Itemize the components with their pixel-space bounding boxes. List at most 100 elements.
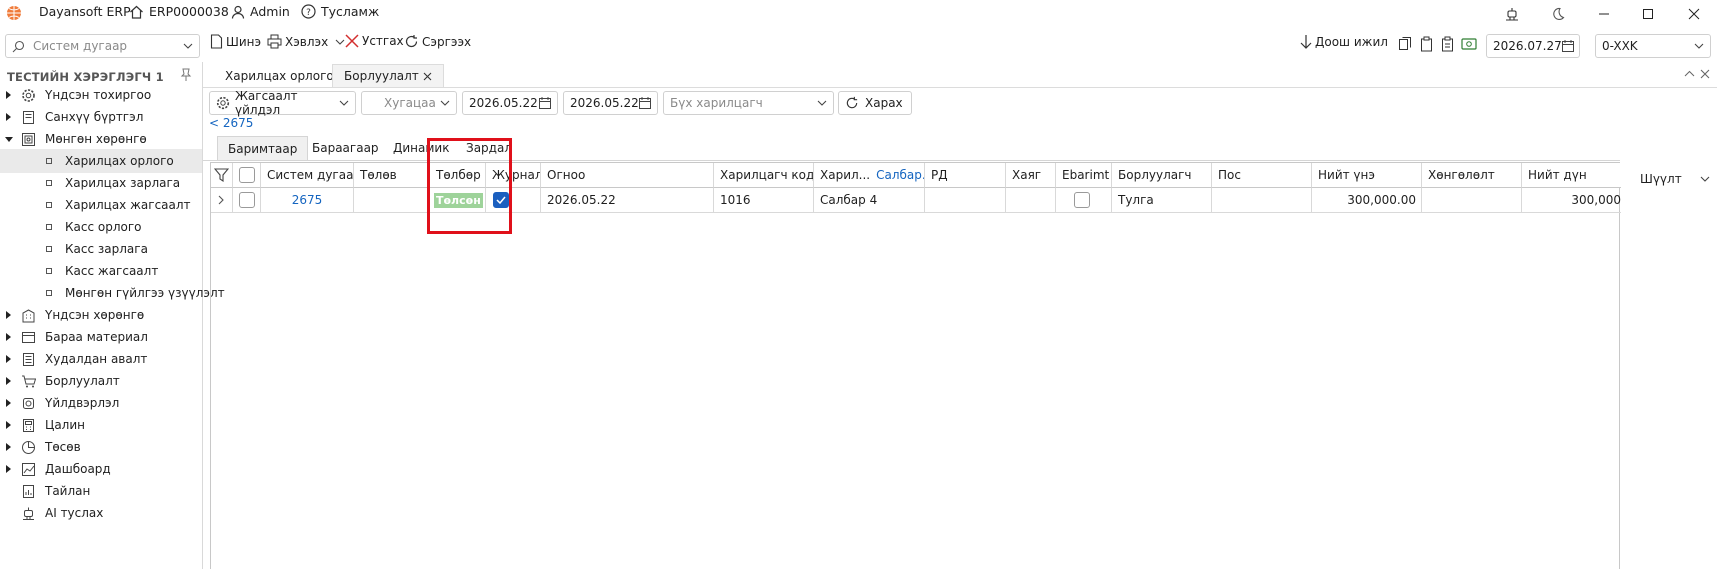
- period-select[interactable]: Хугацаа: [361, 91, 457, 115]
- row-expand-toggle[interactable]: [211, 188, 233, 213]
- col-discount[interactable]: Хөнгөлөлт: [1422, 163, 1522, 188]
- back-link[interactable]: < 2675: [209, 116, 253, 130]
- sidebar-item-11[interactable]: Тайлан: [0, 479, 202, 503]
- col-partner-code[interactable]: Харилцагч код: [714, 163, 814, 188]
- col-rd[interactable]: РД: [925, 163, 1006, 188]
- help-menu[interactable]: ? Тусламж: [301, 4, 379, 19]
- col-seller[interactable]: Борлуулагч: [1112, 163, 1212, 188]
- currency-select[interactable]: 0-XXK: [1595, 34, 1711, 58]
- close-all-tabs-icon[interactable]: [1700, 69, 1710, 79]
- partner-select[interactable]: Бүх харилцагч: [663, 91, 834, 115]
- col-date[interactable]: Огноо: [541, 163, 714, 188]
- svg-text:?: ?: [306, 8, 311, 18]
- sidebar-item-5[interactable]: Худалдан авалт: [0, 347, 202, 371]
- sidebar-subitem-1[interactable]: Харилцах зарлага: [0, 171, 202, 195]
- assistant-button[interactable]: [1494, 3, 1530, 25]
- expand-arrow-icon: [6, 355, 11, 363]
- new-button[interactable]: Шинэ: [210, 34, 261, 49]
- report-icon: [21, 484, 36, 499]
- date-to-picker[interactable]: 2026.05.22: [563, 91, 658, 115]
- row-select-cell[interactable]: [233, 188, 261, 213]
- home-icon: [129, 5, 144, 19]
- tab-borluulalt[interactable]: Борлуулалт: [332, 64, 444, 87]
- sidebar-subitem-0[interactable]: Харилцах орлого: [0, 149, 202, 173]
- cell-ebarimt[interactable]: [1056, 188, 1112, 213]
- dark-mode-toggle[interactable]: [1540, 3, 1576, 25]
- sidebar-item-7[interactable]: Үйлдвэрлэл: [0, 391, 202, 415]
- sidebar-subitem-5[interactable]: Касс жагсаалт: [0, 259, 202, 283]
- sidebar-subitem-6[interactable]: Мөнгөн гүйлгээ үзүүлэлт: [0, 281, 225, 305]
- col-partner-name[interactable]: Харил... Салбар...: [814, 163, 925, 188]
- money-icon[interactable]: [1461, 37, 1477, 51]
- sidebar-item-label: Бараа материал: [45, 330, 148, 344]
- user-name: Admin: [250, 4, 290, 19]
- ledger-icon: [21, 110, 36, 125]
- filter-panel-toggle[interactable]: Шүүлт: [1640, 172, 1710, 186]
- col-total-amount[interactable]: Нийт дүн: [1522, 163, 1621, 188]
- period-placeholder: Хугацаа: [384, 96, 436, 110]
- col-system-number[interactable]: Систем дугаар: [261, 163, 354, 188]
- select-all-checkbox[interactable]: [239, 167, 255, 183]
- col-ebarimt[interactable]: Ebarimt: [1056, 163, 1112, 188]
- col-address[interactable]: Хаяг: [1006, 163, 1056, 188]
- user-menu[interactable]: Admin: [231, 4, 290, 19]
- collapse-chevron-icon[interactable]: [1684, 70, 1695, 77]
- sidebar-item-10[interactable]: Дашбоард: [0, 457, 202, 481]
- ebarimt-checkbox[interactable]: [1074, 192, 1090, 208]
- view-button[interactable]: Харах: [838, 91, 912, 115]
- tab-harilcah-orlogo[interactable]: Харилцах орлого: [214, 64, 345, 87]
- pin-icon[interactable]: [180, 68, 192, 82]
- cell-total-amount: 300,000: [1522, 188, 1621, 213]
- row-checkbox[interactable]: [239, 192, 255, 208]
- clipboard-icon[interactable]: [1440, 36, 1455, 52]
- paste-icon[interactable]: [1419, 36, 1434, 52]
- select-all-checkbox-cell[interactable]: [233, 163, 261, 188]
- sidebar-item-2[interactable]: Мөнгөн хөрөнгө: [0, 127, 202, 151]
- company-selector[interactable]: ERP0000038: [129, 4, 229, 19]
- date-from-picker[interactable]: 2026.05.22: [462, 91, 558, 115]
- expand-arrow-icon: [6, 465, 11, 473]
- sidebar-item-8[interactable]: Цалин: [0, 413, 202, 437]
- sidebar-subitem-4[interactable]: Касс зарлага: [0, 237, 202, 261]
- bullet-square-icon: [46, 180, 52, 186]
- minimize-button[interactable]: [1586, 3, 1622, 25]
- sidebar-item-9[interactable]: Төсөв: [0, 435, 202, 459]
- col-branch-label[interactable]: Салбар...: [876, 168, 924, 182]
- list-actions-dropdown[interactable]: Жагсаалт үйлдэл: [209, 89, 356, 117]
- col-header-label: Төлөв: [360, 168, 397, 182]
- cell-status: [354, 188, 430, 213]
- close-window-button[interactable]: [1676, 3, 1712, 25]
- col-status[interactable]: Төлөв: [354, 163, 430, 188]
- cell-branch: Салбар 4: [814, 188, 925, 213]
- sidebar-item-0[interactable]: Үндсэн тохиргоо: [0, 83, 202, 107]
- print-button[interactable]: Хэвлэх: [267, 34, 345, 49]
- col-header-label: Нийт дүн: [1528, 168, 1587, 182]
- sidebar-item-3[interactable]: Үндсэн хөрөнгө: [0, 303, 202, 327]
- close-tab-icon[interactable]: [423, 72, 432, 81]
- system-number-link[interactable]: 2675: [292, 193, 323, 207]
- date-picker[interactable]: 2026.07.27: [1486, 34, 1580, 58]
- refresh-button[interactable]: Сэргээх: [404, 34, 471, 49]
- sidebar-item-1[interactable]: Санхүү бүртгэл: [0, 105, 202, 129]
- tab-barimtaar[interactable]: Баримтаар: [217, 136, 309, 160]
- sidebar-item-12[interactable]: AI туслах: [0, 501, 202, 525]
- sidebar-subitem-3[interactable]: Касс орлого: [0, 215, 202, 239]
- sidebar-item-6[interactable]: Борлуулалт: [0, 369, 202, 393]
- col-total-price[interactable]: Нийт үнэ: [1312, 163, 1422, 188]
- sidebar-item-4[interactable]: Бараа материал: [0, 325, 202, 349]
- work-down-button[interactable]: Доош ижил: [1300, 34, 1388, 49]
- tab-baraagaar[interactable]: Бараагаар: [302, 136, 389, 160]
- filter-toggle[interactable]: [211, 163, 233, 188]
- col-pos[interactable]: Пос: [1212, 163, 1312, 188]
- date-from-value: 2026.05.22: [469, 96, 538, 110]
- tab-label: Баримтаар: [228, 141, 298, 156]
- copy-icon[interactable]: [1398, 36, 1413, 52]
- system-number-search[interactable]: Систем дугаар: [5, 34, 200, 58]
- chevron-down-icon: [817, 100, 827, 106]
- delete-button[interactable]: Устгах: [345, 34, 404, 48]
- cell-address: [1006, 188, 1056, 213]
- sidebar-subitem-2[interactable]: Харилцах жагсаалт: [0, 193, 202, 217]
- cell-system-number[interactable]: 2675: [261, 188, 354, 213]
- maximize-button[interactable]: [1630, 3, 1666, 25]
- new-document-icon: [210, 34, 223, 49]
